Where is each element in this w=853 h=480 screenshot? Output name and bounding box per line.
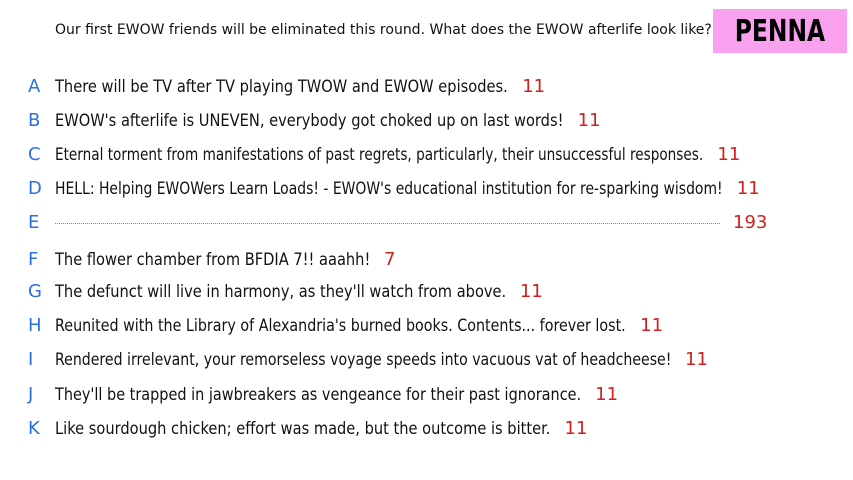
prompt-text: Our first EWOW friends will be eliminate… [55, 22, 712, 38]
response-count: 7 [383, 249, 396, 270]
dotted-line [55, 223, 720, 224]
response-text: HELL: Helping EWOWers Learn Loads! - EWO… [55, 179, 723, 199]
response-letter: C [28, 144, 41, 165]
response-letter: G [28, 281, 42, 302]
response-count: 11 [717, 144, 741, 165]
response-count: 11 [522, 76, 546, 97]
response-count: 11 [577, 110, 601, 131]
response-row: E 193 [0, 208, 853, 238]
response-text: The defunct will live in harmony, as the… [55, 282, 507, 302]
response-row: G The defunct will live in harmony, as t… [0, 277, 853, 307]
response-row: C Eternal torment from manifestations of… [0, 140, 853, 170]
response-letter: K [28, 418, 40, 439]
response-row: I Rendered irrelevant, your remorseless … [0, 345, 853, 375]
response-letter: J [28, 384, 34, 405]
name-tag: PENNA [713, 9, 847, 53]
response-letter: E [28, 212, 40, 233]
response-letter: F [28, 249, 39, 270]
response-letter: I [28, 349, 34, 370]
response-letter: A [28, 76, 41, 97]
name-tag-label: PENNA [734, 13, 826, 49]
response-letter: B [28, 110, 41, 131]
response-row: J They'll be trapped in jawbreakers as v… [0, 380, 853, 410]
response-row: A There will be TV after TV playing TWOW… [0, 72, 853, 102]
response-count: 11 [640, 315, 664, 336]
response-text: Reunited with the Library of Alexandria'… [55, 316, 626, 336]
response-count: 11 [519, 281, 543, 302]
response-count: 193 [733, 212, 768, 233]
response-row: D HELL: Helping EWOWers Learn Loads! - E… [0, 174, 853, 204]
response-count: 11 [736, 178, 760, 199]
response-row: F The flower chamber from BFDIA 7!! aaah… [0, 245, 853, 275]
response-row: K Like sourdough chicken; effort was mad… [0, 414, 853, 444]
response-letter: H [28, 315, 42, 336]
response-text: Eternal torment from manifestations of p… [55, 145, 704, 165]
response-count: 11 [595, 384, 619, 405]
response-count: 11 [564, 418, 588, 439]
response-count: 11 [685, 349, 708, 370]
response-text: Rendered irrelevant, your remorseless vo… [55, 350, 672, 370]
response-text: EWOW's afterlife is UNEVEN, everybody go… [55, 111, 564, 131]
response-letter: D [28, 178, 42, 199]
response-text: The flower chamber from BFDIA 7!! aaahh! [55, 250, 371, 270]
response-text: There will be TV after TV playing TWOW a… [55, 77, 508, 97]
response-row: H Reunited with the Library of Alexandri… [0, 311, 853, 341]
response-text: Like sourdough chicken; effort was made,… [55, 419, 551, 439]
response-text: They'll be trapped in jawbreakers as ven… [55, 385, 582, 405]
response-row: B EWOW's afterlife is UNEVEN, everybody … [0, 106, 853, 136]
